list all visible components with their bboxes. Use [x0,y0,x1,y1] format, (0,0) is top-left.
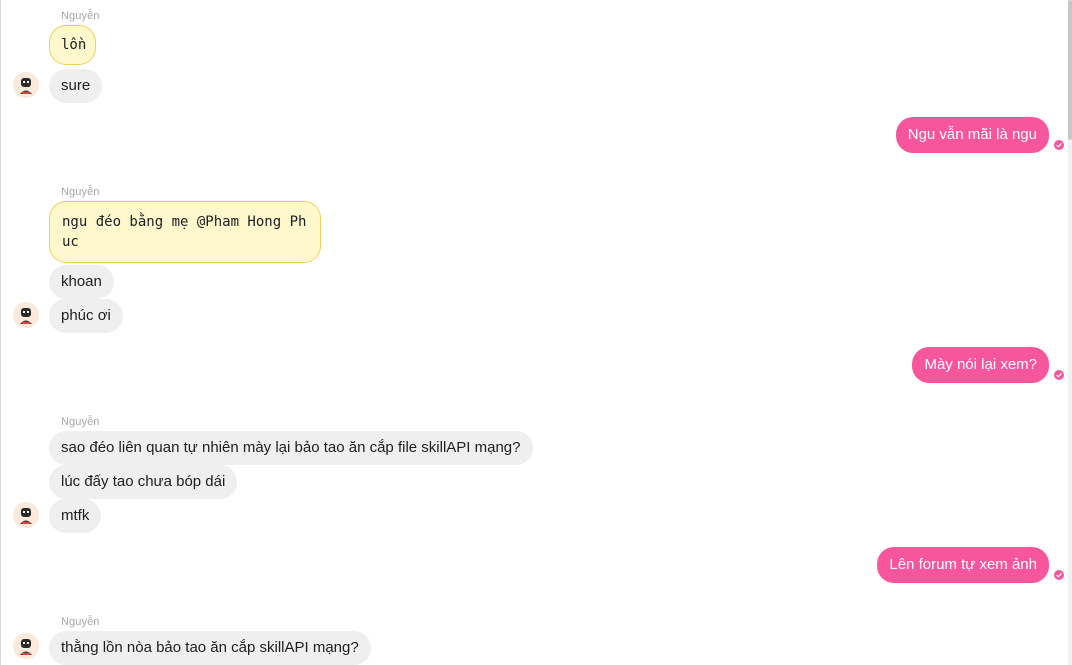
avatar-icon[interactable] [13,502,39,528]
seen-check-icon [1054,570,1064,580]
sender-name: Nguyễn [61,616,100,628]
message-bubble[interactable]: thằng lồn nòa bảo tao ăn cắp skillAPI mạ… [49,631,371,665]
message-bubble[interactable]: sure [49,69,103,103]
message-bubble[interactable]: mtfk [49,499,102,533]
message-bubble[interactable]: sao đéo liên quan tự nhiên mày lại bảo t… [49,431,533,465]
avatar-icon[interactable] [13,302,39,328]
message-bubble[interactable]: phúc ơi [49,299,123,333]
seen-check-icon [1054,140,1064,150]
sender-name: Nguyễn [61,10,100,22]
chat-left-border [0,0,1,665]
message-bubble[interactable]: khoan [49,265,114,299]
message-bubble[interactable]: lồn [49,25,96,65]
sender-name: Nguyễn [61,416,100,428]
scrollbar-thumb[interactable] [1068,0,1072,140]
message-bubble[interactable]: ngu đéo bằng mẹ @Pham Hong Phuc [49,201,321,263]
message-bubble[interactable]: lúc đấy tao chưa bóp dái [49,465,238,499]
sender-name: Nguyễn [61,186,100,198]
outgoing-message-bubble[interactable]: Mày nói lại xem? [912,347,1049,383]
chat-scrollbar[interactable] [1068,0,1072,665]
avatar-icon[interactable] [13,633,39,659]
outgoing-message-bubble[interactable]: Lên forum tự xem ảnh [877,547,1049,583]
outgoing-message-bubble[interactable]: Ngu vẫn mãi là ngu [895,117,1049,153]
seen-check-icon [1054,370,1064,380]
avatar-icon[interactable] [13,72,39,98]
